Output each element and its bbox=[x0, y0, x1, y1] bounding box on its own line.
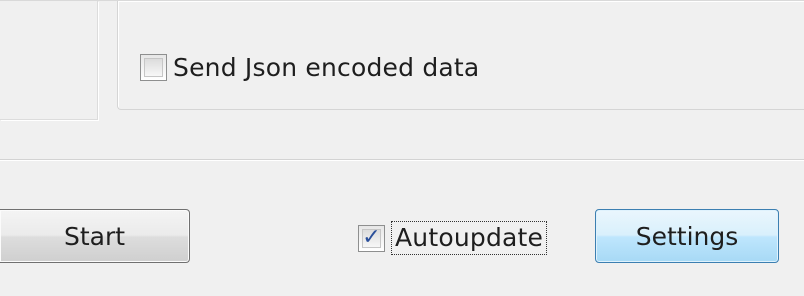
check-mark-icon: ✓ bbox=[362, 225, 381, 250]
autoupdate-checkbox-row[interactable]: ✓ Autoupdate bbox=[358, 221, 548, 255]
start-button[interactable]: Start bbox=[0, 209, 190, 263]
bottom-strip bbox=[0, 283, 804, 296]
left-panel bbox=[0, 1, 98, 120]
send-json-checkbox[interactable] bbox=[140, 54, 167, 81]
separator-line bbox=[0, 159, 804, 161]
send-json-label[interactable]: Send Json encoded data bbox=[173, 53, 479, 82]
autoupdate-checkbox[interactable]: ✓ bbox=[358, 224, 385, 252]
autoupdate-label[interactable]: Autoupdate bbox=[391, 221, 548, 255]
send-json-checkbox-row[interactable]: Send Json encoded data bbox=[140, 53, 479, 82]
dialog-window: Send Json encoded data Start ✓ Autoupdat… bbox=[0, 0, 804, 296]
settings-button[interactable]: Settings bbox=[595, 209, 779, 263]
